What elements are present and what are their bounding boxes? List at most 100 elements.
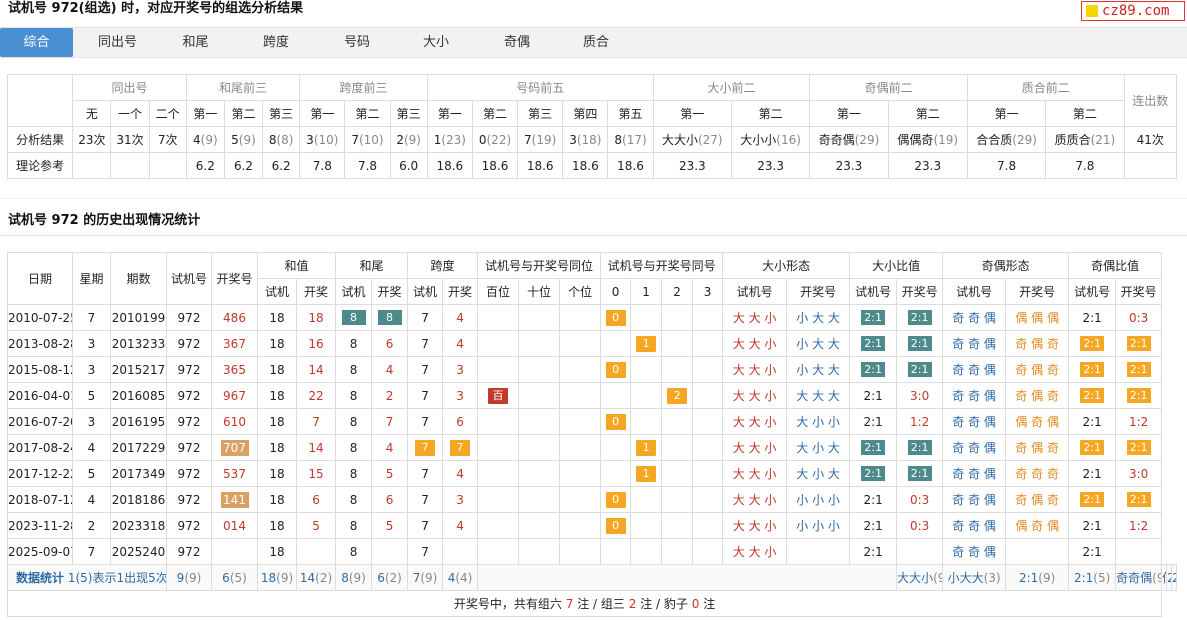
tab-6[interactable]: 奇偶	[477, 28, 557, 57]
same-number-cell	[692, 382, 724, 409]
parity-ratio-draw-cell: 2:1	[1115, 330, 1163, 357]
tail-draw-cell: 2	[371, 382, 409, 409]
size-pattern-draw-cell-text: 小 大 大	[796, 337, 840, 351]
parity-ratio-test-cell: 2:1	[1068, 408, 1117, 435]
same-position-cell	[559, 408, 602, 435]
same-number-cell	[661, 538, 694, 565]
parity-pattern-draw-cell: 偶 偶 偶	[1005, 304, 1070, 331]
size-ratio-test-cell-badge: 2:1	[861, 362, 886, 377]
span-draw-cell-text: 4	[456, 310, 464, 325]
same-position-cell	[559, 382, 602, 409]
tab-2[interactable]: 和尾	[158, 28, 233, 57]
sub-column-header: 试机	[407, 278, 444, 305]
column-header: 日期	[7, 252, 73, 305]
table-row: 2010-07-25 7 2010199 972 486 18 18 8 8 7 4 0 大 大 小 小 …	[7, 304, 1177, 331]
span-test-cell: 7	[407, 408, 444, 435]
week-cell-text: 5	[87, 466, 96, 481]
date-cell: 2025-09-07	[7, 538, 73, 565]
tab-0[interactable]: 综合	[0, 28, 73, 57]
date-cell: 2015-08-12	[7, 356, 73, 383]
span-test-cell: 7	[407, 512, 444, 539]
issue-cell: 2015217	[110, 356, 167, 383]
span-draw-cell-text: 3	[456, 362, 464, 377]
stat-label[interactable]: 数据统计	[16, 571, 64, 585]
sub-header: 第二	[1045, 100, 1125, 127]
sub-column-header: 开奖号	[896, 278, 944, 305]
sub-header: 第四	[562, 100, 609, 127]
parity-ratio-draw-cell-text: 1:2	[1128, 414, 1149, 429]
tail-test-cell-text: 8	[349, 362, 358, 377]
result-cell: 3(18)	[562, 126, 609, 153]
sub-header: 第五	[607, 100, 654, 127]
size-ratio-test-cell: 2:1	[849, 408, 898, 435]
parity-ratio-draw-cell: 3:0	[1115, 460, 1163, 487]
sum-draw-cell-text: 16	[308, 336, 324, 351]
same-number-cell	[692, 434, 724, 461]
sum-test-cell-text: 18	[269, 388, 285, 403]
tab-5[interactable]: 大小	[397, 28, 475, 57]
test-number-cell-text: 972	[177, 518, 201, 533]
parity-pattern-draw-cell: 奇 偶 奇	[1005, 486, 1070, 513]
stat-count: (4)	[455, 570, 473, 585]
history-title: 试机号 972 的历史出现情况统计	[8, 213, 201, 228]
group-header: 大小前二	[652, 74, 811, 101]
week-cell-text: 7	[87, 310, 96, 325]
group-header: 同出号	[72, 74, 187, 101]
size-ratio-test-cell-badge: 2:1	[861, 440, 886, 455]
date-cell-text: 2018-07-12	[8, 492, 73, 507]
parity-pattern-test-cell: 奇 奇 偶	[942, 382, 1007, 409]
size-ratio-test-cell-badge: 2:1	[861, 336, 886, 351]
date-cell-text: 2016-07-20	[8, 414, 73, 429]
same-number-cell	[600, 538, 632, 565]
ref-cell: 23.3	[887, 152, 968, 179]
size-pattern-test-cell: 大 大 小	[722, 356, 788, 383]
date-cell: 2016-04-01	[7, 382, 73, 409]
same-position-cell	[477, 434, 520, 461]
stat-cell: 4(4)	[442, 564, 479, 591]
parity-ratio-test-cell: 2:1	[1068, 434, 1117, 461]
result-cell: 0(22)	[471, 126, 519, 153]
issue-cell-text: 2010199	[111, 310, 166, 325]
tail-draw-cell-text: 7	[385, 414, 394, 429]
size-ratio-test-cell: 2:1	[849, 486, 898, 513]
sub-column-header: 0	[600, 278, 632, 305]
issue-cell: 2017229	[110, 434, 167, 461]
parity-ratio-test-cell-badge: 2:1	[1080, 492, 1105, 507]
span-test-cell: 7	[407, 538, 444, 565]
tab-4[interactable]: 号码	[318, 28, 396, 57]
draw-number-cell-badge: 141	[220, 491, 249, 508]
parity-pattern-test-cell-text: 奇 奇 偶	[952, 337, 996, 351]
sub-header: 第二	[223, 100, 264, 127]
date-cell-text: 2023-11-28	[8, 518, 73, 533]
header: 试机号 972(组选) 时，对应开奖号的组选分析结果 cz89.com	[0, 0, 1187, 24]
span-draw-cell	[442, 538, 479, 565]
draw-number-cell-badge: 707	[220, 439, 249, 456]
parity-pattern-test-cell: 奇 奇 偶	[942, 486, 1007, 513]
stat-count: (5)	[1093, 570, 1111, 585]
same-number-cell-badge: 2	[667, 387, 688, 404]
site-logo[interactable]: cz89.com	[1081, 1, 1185, 21]
span-draw-cell-text: 4	[456, 518, 464, 533]
issue-cell: 2016085	[110, 382, 167, 409]
tab-1[interactable]: 同出号	[80, 28, 155, 57]
size-pattern-test-cell: 大 大 小	[722, 460, 788, 487]
result-value: 7	[351, 132, 359, 147]
result-cell: 7次	[148, 126, 187, 153]
sub-column-header: 开奖	[295, 278, 337, 305]
result-cell: 41次	[1123, 126, 1178, 153]
size-pattern-draw-cell-text: 大 小 大	[796, 467, 840, 481]
sum-draw-cell: 18	[295, 304, 337, 331]
same-number-cell	[630, 512, 663, 539]
stat-cell: 8(9)	[335, 564, 373, 591]
tail-test-cell-text: 8	[349, 518, 358, 533]
sum-test-cell: 18	[257, 408, 297, 435]
result-value: 7	[524, 132, 532, 147]
tab-3[interactable]: 跨度	[237, 28, 315, 57]
size-ratio-draw-cell: 3:0	[896, 382, 944, 409]
result-count: (23)	[441, 132, 466, 147]
week-cell-text: 3	[87, 362, 96, 377]
size-pattern-draw-cell: 大 小 大	[786, 434, 851, 461]
tab-7[interactable]: 质合	[557, 28, 635, 57]
span-draw-cell: 4	[442, 330, 479, 357]
size-pattern-test-cell: 大 大 小	[722, 408, 788, 435]
